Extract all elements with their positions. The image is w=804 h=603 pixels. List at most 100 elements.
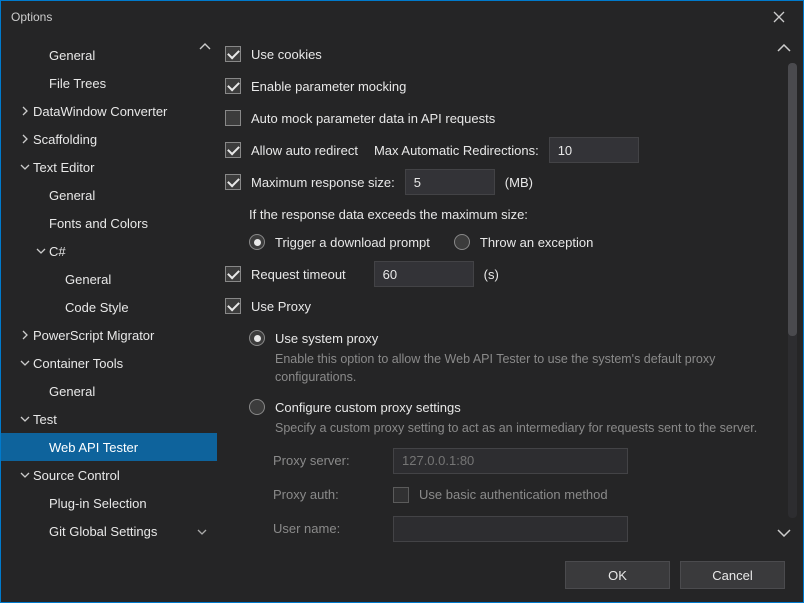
tree-item[interactable]: Git Global Settings xyxy=(1,517,217,545)
proxy-server-label: Proxy server: xyxy=(273,453,383,468)
cancel-button[interactable]: Cancel xyxy=(680,561,785,589)
proxy-auth-checkbox[interactable] xyxy=(393,487,409,503)
allow-redirect-checkbox[interactable] xyxy=(225,142,241,158)
tree-item[interactable]: Container Tools xyxy=(1,349,217,377)
chevron-down-icon[interactable] xyxy=(19,415,33,423)
tree-item-label: Source Control xyxy=(33,468,120,483)
tree-item[interactable]: General xyxy=(1,41,217,69)
tree-scroll-up-icon[interactable] xyxy=(199,39,211,54)
chevron-down-icon[interactable] xyxy=(35,247,49,255)
panel-scroll-down-icon[interactable] xyxy=(777,525,791,540)
use-cookies-checkbox[interactable] xyxy=(225,46,241,62)
tree-item[interactable]: DataWindow Converter xyxy=(1,97,217,125)
user-name-input[interactable] xyxy=(393,516,628,542)
tree-item-label: C# xyxy=(49,244,66,259)
tree-item[interactable]: Test xyxy=(1,405,217,433)
tree-item-label: Git Global Settings xyxy=(49,524,157,539)
tree-item[interactable]: File Trees xyxy=(1,69,217,97)
auto-mock-checkbox[interactable] xyxy=(225,110,241,126)
max-response-checkbox[interactable] xyxy=(225,174,241,190)
param-mocking-label: Enable parameter mocking xyxy=(251,79,406,94)
proxy-server-input[interactable] xyxy=(393,448,628,474)
chevron-down-icon[interactable] xyxy=(19,163,33,171)
auto-mock-label: Auto mock parameter data in API requests xyxy=(251,111,495,126)
tree-item-label: Plug-in Selection xyxy=(49,496,147,511)
overflow-throw-radio[interactable] xyxy=(454,234,470,250)
tree-item[interactable]: Web API Tester xyxy=(1,433,217,461)
tree-item-label: Web API Tester xyxy=(49,440,138,455)
max-redirect-input[interactable] xyxy=(549,137,639,163)
use-proxy-label: Use Proxy xyxy=(251,299,311,314)
overflow-download-radio[interactable] xyxy=(249,234,265,250)
chevron-down-icon[interactable] xyxy=(19,359,33,367)
proxy-system-desc: Enable this option to allow the Web API … xyxy=(275,351,781,386)
tree-item-label: Fonts and Colors xyxy=(49,216,148,231)
options-dialog: Options General File Trees DataWindow Conv… xyxy=(0,0,804,603)
close-button[interactable] xyxy=(759,3,799,31)
overflow-prompt: If the response data exceeds the maximum… xyxy=(249,207,528,222)
tree-item-label: DataWindow Converter xyxy=(33,104,167,119)
use-proxy-checkbox[interactable] xyxy=(225,298,241,314)
proxy-custom-desc: Specify a custom proxy setting to act as… xyxy=(275,420,781,438)
max-response-label: Maximum response size: xyxy=(251,175,395,190)
proxy-custom-radio[interactable] xyxy=(249,399,265,415)
max-response-unit: (MB) xyxy=(505,175,533,190)
tree-item[interactable]: Text Editor xyxy=(1,153,217,181)
tree-item-label: Test xyxy=(33,412,57,427)
use-cookies-label: Use cookies xyxy=(251,47,322,62)
tree-item[interactable]: Source Control xyxy=(1,461,217,489)
tree-item-label: Container Tools xyxy=(33,356,123,371)
proxy-system-label: Use system proxy xyxy=(275,331,378,346)
overflow-throw-label: Throw an exception xyxy=(480,235,593,250)
category-tree: General File Trees DataWindow Converter Sca… xyxy=(1,33,217,548)
tree-item-label: General xyxy=(65,272,111,287)
tree-item-label: Text Editor xyxy=(33,160,94,175)
user-name-label: User name: xyxy=(273,521,383,536)
ok-button[interactable]: OK xyxy=(565,561,670,589)
proxy-auth-label: Proxy auth: xyxy=(273,487,383,502)
timeout-input[interactable] xyxy=(374,261,474,287)
dialog-footer: OK Cancel xyxy=(1,548,803,602)
param-mocking-checkbox[interactable] xyxy=(225,78,241,94)
tree-item-label: General xyxy=(49,384,95,399)
chevron-down-icon[interactable] xyxy=(197,524,207,539)
dialog-title: Options xyxy=(11,10,52,24)
tree-item[interactable]: Plug-in Selection xyxy=(1,489,217,517)
settings-panel: Use cookies Enable parameter mocking Aut… xyxy=(217,33,803,548)
dialog-body: General File Trees DataWindow Converter Sca… xyxy=(1,33,803,548)
tree-item[interactable]: C# xyxy=(1,237,217,265)
tree-item[interactable]: General xyxy=(1,265,217,293)
panel-scrollbar-track[interactable] xyxy=(788,63,797,518)
tree-item-label: PowerScript Migrator xyxy=(33,328,154,343)
close-icon xyxy=(773,11,785,23)
max-response-input[interactable] xyxy=(405,169,495,195)
timeout-label: Request timeout xyxy=(251,267,346,282)
chevron-right-icon[interactable] xyxy=(19,134,33,144)
chevron-right-icon[interactable] xyxy=(19,106,33,116)
tree-item-label: File Trees xyxy=(49,76,106,91)
max-redirect-label: Max Automatic Redirections: xyxy=(374,143,539,158)
tree-item[interactable]: Code Style xyxy=(1,293,217,321)
chevron-down-icon[interactable] xyxy=(19,471,33,479)
panel-scroll-up-icon[interactable] xyxy=(777,41,791,56)
allow-redirect-label: Allow auto redirect xyxy=(251,143,358,158)
tree-item[interactable]: General xyxy=(1,181,217,209)
tree-item-label: Code Style xyxy=(65,300,129,315)
tree-item[interactable]: Fonts and Colors xyxy=(1,209,217,237)
chevron-right-icon[interactable] xyxy=(19,330,33,340)
proxy-system-radio[interactable] xyxy=(249,330,265,346)
tree-item[interactable]: Scaffolding xyxy=(1,125,217,153)
timeout-unit: (s) xyxy=(484,267,499,282)
panel-scrollbar-thumb[interactable] xyxy=(788,63,797,336)
tree-item-label: Scaffolding xyxy=(33,132,97,147)
tree-item-label: General xyxy=(49,188,95,203)
title-bar: Options xyxy=(1,1,803,33)
tree-item[interactable]: General xyxy=(1,377,217,405)
timeout-checkbox[interactable] xyxy=(225,266,241,282)
proxy-custom-label: Configure custom proxy settings xyxy=(275,400,461,415)
overflow-download-label: Trigger a download prompt xyxy=(275,235,430,250)
tree-list: General File Trees DataWindow Converter Sca… xyxy=(1,41,217,545)
tree-item[interactable]: PowerScript Migrator xyxy=(1,321,217,349)
tree-item-label: General xyxy=(49,48,95,63)
proxy-auth-chk-label: Use basic authentication method xyxy=(419,487,608,502)
